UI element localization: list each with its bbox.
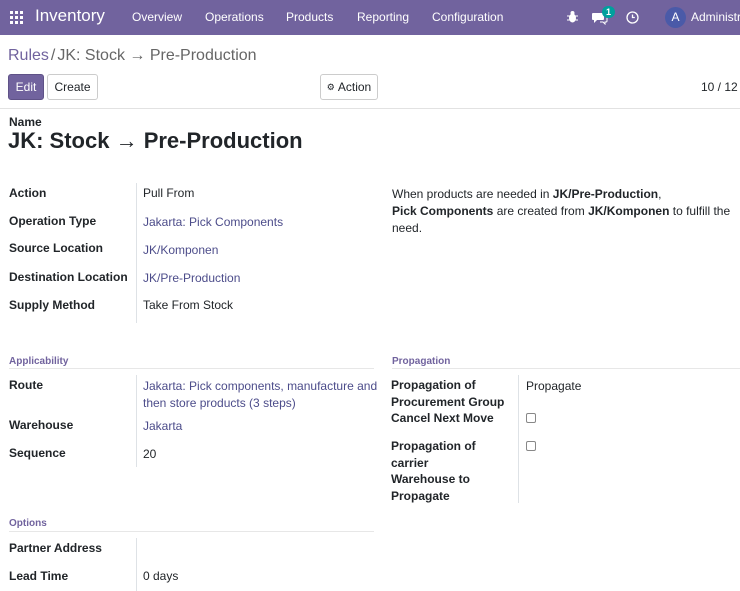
propagation-section-title: Propagation <box>392 356 451 367</box>
operation-type-label: Operation Type <box>9 214 97 228</box>
sequence-label: Sequence <box>9 446 66 460</box>
supply-method-value: Take From Stock <box>143 298 234 312</box>
menu-overview[interactable]: Overview <box>132 10 182 24</box>
destination-location-label: Destination Location <box>9 270 128 284</box>
breadcrumb-rules-link[interactable]: Rules <box>8 47 49 64</box>
activity-clock-icon[interactable] <box>626 11 639 24</box>
lead-time-label: Lead Time <box>9 569 69 583</box>
action-label: Action <box>9 186 47 200</box>
menu-configuration[interactable]: Configuration <box>432 10 503 24</box>
destination-location-link[interactable]: JK/Pre-Production <box>143 271 240 285</box>
propagation-group-label-line1: Propagation of <box>391 378 476 392</box>
cancel-next-move-label: Cancel Next Move <box>391 411 494 425</box>
action-value: Pull From <box>143 186 195 200</box>
cancel-next-move-checkbox[interactable] <box>526 413 536 423</box>
propagation-carrier-checkbox[interactable] <box>526 441 536 451</box>
applicability-column-divider <box>136 375 137 467</box>
route-link-line2[interactable]: then store products (3 steps) <box>143 396 296 410</box>
partner-address-label: Partner Address <box>9 541 102 555</box>
sequence-value: 20 <box>143 447 157 461</box>
propagation-group-value: Propagate <box>526 379 582 393</box>
help-text-part: , <box>658 187 662 201</box>
app-name[interactable]: Inventory <box>35 6 105 26</box>
record-title: JK: Stock → Pre-Production <box>8 128 303 153</box>
route-link-line1[interactable]: Jakarta: Pick components, manufacture an… <box>143 379 377 393</box>
breadcrumb-separator: / <box>50 47 56 64</box>
rule-help-text: When products are needed in JK/Pre-Produ… <box>392 186 738 237</box>
create-button[interactable]: Create <box>47 74 98 100</box>
source-location-label: Source Location <box>9 241 104 255</box>
supply-method-label: Supply Method <box>9 298 95 312</box>
menu-reporting[interactable]: Reporting <box>357 10 409 24</box>
source-location-link[interactable]: JK/Komponen <box>143 243 218 257</box>
route-label: Route <box>9 378 43 392</box>
propagation-carrier-label-line2: carrier <box>391 456 429 470</box>
menu-operations[interactable]: Operations <box>205 10 264 24</box>
help-text-part: When products are needed in <box>392 187 553 201</box>
warehouse-link[interactable]: Jakarta <box>143 419 182 433</box>
options-section-title: Options <box>9 518 47 529</box>
propagation-group-label-line2: Procurement Group <box>391 395 505 409</box>
help-source-location: JK/Komponen <box>588 204 670 218</box>
action-dropdown-button[interactable]: ⚙ Action <box>320 74 378 100</box>
breadcrumb: Rules / JK: Stock → Pre-Production <box>8 47 257 65</box>
name-field-label: Name <box>9 115 42 129</box>
options-separator <box>9 531 374 532</box>
warehouse-to-propagate-label-line2: Propagate <box>391 489 450 503</box>
apps-menu-icon[interactable] <box>10 11 23 24</box>
user-avatar[interactable]: A <box>665 7 686 28</box>
label-column-divider <box>136 183 137 323</box>
control-panel-divider <box>0 108 740 109</box>
debug-bug-icon[interactable] <box>566 10 579 24</box>
options-column-divider <box>136 538 137 591</box>
menu-products[interactable]: Products <box>286 10 333 24</box>
gear-icon: ⚙ <box>326 81 335 92</box>
warehouse-to-propagate-label-line1: Warehouse to <box>391 472 470 486</box>
top-navbar: Inventory Overview Operations Products R… <box>0 0 740 35</box>
message-count-badge: 1 <box>602 6 615 18</box>
edit-button[interactable]: Edit <box>8 74 44 100</box>
lead-time-value: 0 days <box>143 569 179 583</box>
operation-type-link[interactable]: Jakarta: Pick Components <box>143 215 283 229</box>
pager-value[interactable]: 10 / 12 <box>701 80 738 94</box>
applicability-separator <box>9 368 374 369</box>
help-text-part: are created from <box>493 204 589 218</box>
propagation-separator <box>392 368 740 369</box>
breadcrumb-current: JK: Stock → Pre-Production <box>57 47 257 64</box>
applicability-section-title: Applicability <box>9 356 69 367</box>
propagation-column-divider <box>518 375 519 503</box>
propagation-carrier-label-line1: Propagation of <box>391 439 476 453</box>
action-button-label: Action <box>337 80 372 94</box>
user-menu[interactable]: Administrator <box>691 10 740 24</box>
help-destination-location: JK/Pre-Production <box>552 187 659 201</box>
warehouse-label: Warehouse <box>9 418 74 432</box>
help-operation-type: Pick Components <box>392 204 494 218</box>
